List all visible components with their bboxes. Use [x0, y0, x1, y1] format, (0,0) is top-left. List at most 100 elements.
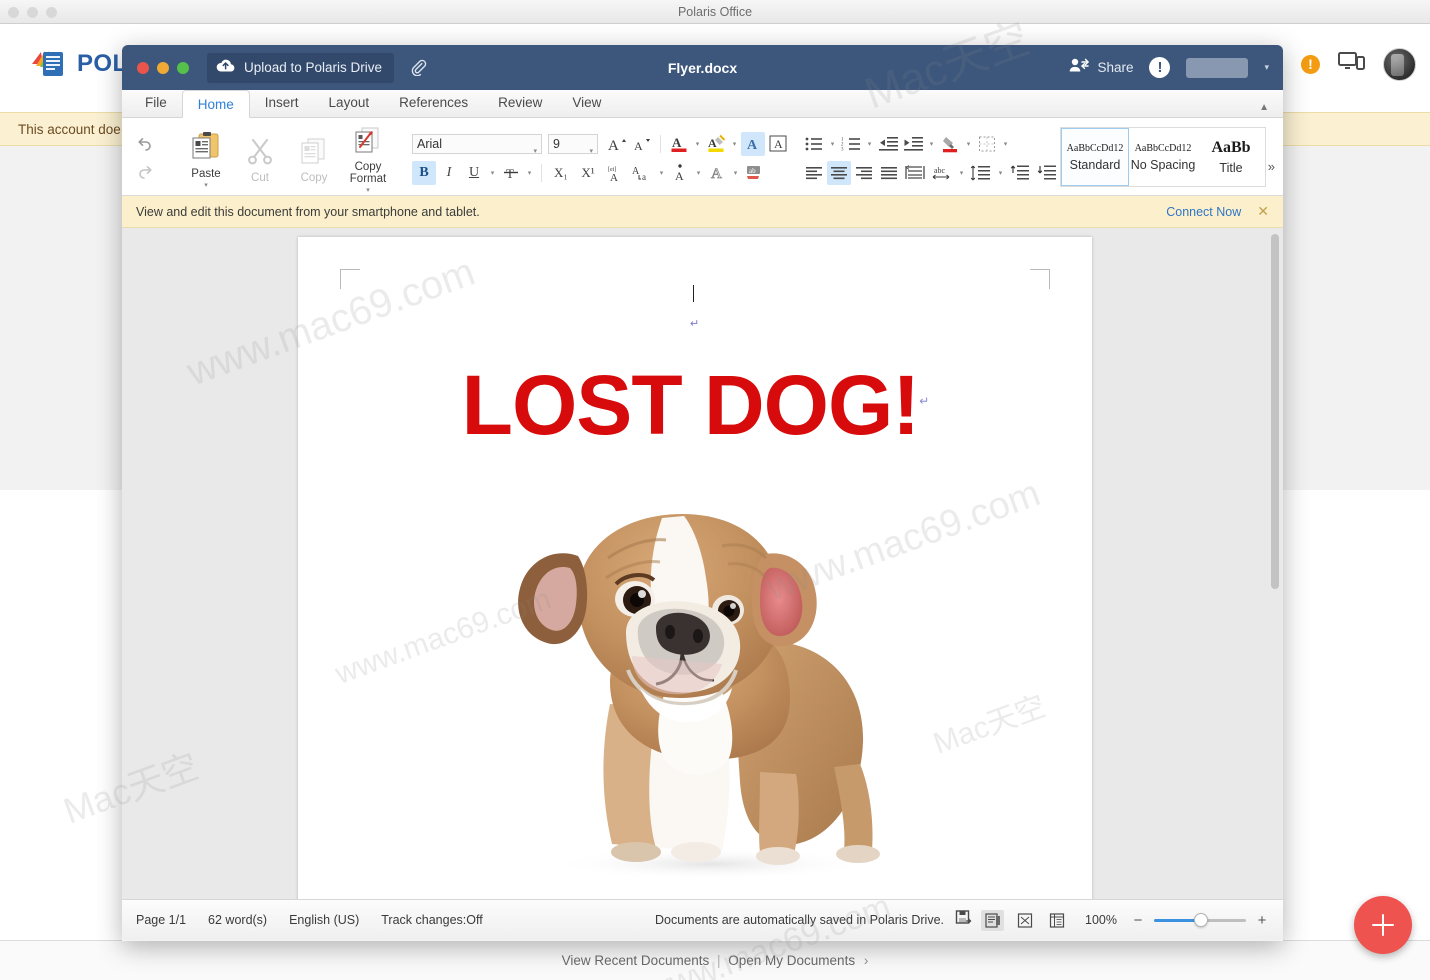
paste-button[interactable]: Paste ▾ — [179, 127, 233, 189]
open-my-documents-link[interactable]: Open My Documents — [728, 953, 855, 968]
zoom-slider-handle[interactable] — [1194, 913, 1208, 927]
space-before-paragraph-icon[interactable] — [1007, 161, 1033, 185]
connect-now-link[interactable]: Connect Now — [1166, 205, 1241, 219]
numbered-list-icon[interactable]: 1 2 3 — [839, 132, 863, 156]
change-case-icon[interactable]: Aa — [629, 161, 655, 185]
cut-button[interactable]: Cut — [233, 133, 287, 184]
zoom-out-button[interactable]: − — [1131, 912, 1145, 929]
borders-chevron-down-icon[interactable]: ▾ — [1000, 140, 1011, 148]
bold-button[interactable]: B — [412, 161, 436, 185]
align-justify-icon[interactable] — [877, 161, 901, 185]
document-canvas[interactable]: ↵ LOST DOG!↵ — [122, 228, 1283, 899]
bullet-list-icon[interactable] — [802, 132, 826, 156]
scrollbar-thumb[interactable] — [1271, 234, 1279, 589]
page-indicator[interactable]: Page 1/1 — [136, 913, 186, 927]
font-name-input[interactable]: Arial ▾ — [412, 134, 542, 154]
line-spacing-chevron-down-icon[interactable]: ▾ — [995, 169, 1006, 177]
tab-file[interactable]: File — [130, 89, 182, 117]
text-highlight-chevron-down-icon[interactable]: ▾ — [729, 140, 740, 148]
document-page[interactable]: ↵ LOST DOG!↵ — [298, 237, 1092, 899]
style-no-spacing[interactable]: AaBbCcDd12 No Spacing — [1129, 128, 1197, 186]
phonetic-guide-icon[interactable]: [ei]A — [602, 161, 628, 185]
save-to-drive-icon[interactable] — [955, 909, 972, 931]
window-close-button[interactable] — [137, 62, 149, 74]
font-size-chevron-down-icon[interactable]: ▾ — [589, 143, 593, 161]
decrease-indent-icon[interactable] — [876, 132, 900, 156]
print-layout-view-icon[interactable] — [981, 910, 1004, 931]
upload-to-polaris-drive-button[interactable]: Upload to Polaris Drive — [207, 53, 394, 83]
window-maximize-button[interactable] — [177, 62, 189, 74]
increase-indent-chevron-down-icon[interactable]: ▾ — [926, 140, 937, 148]
character-shading-icon[interactable]: A — [668, 161, 692, 185]
tab-view[interactable]: View — [557, 89, 616, 117]
increase-indent-icon[interactable] — [901, 132, 925, 156]
vertical-scrollbar[interactable] — [1271, 234, 1279, 889]
account-pill[interactable] — [1186, 58, 1248, 78]
font-size-input[interactable]: 9 ▾ — [548, 134, 598, 154]
grow-font-icon[interactable]: A — [605, 132, 629, 156]
account-chevron-down-icon[interactable]: ▾ — [1264, 62, 1269, 73]
language-indicator[interactable]: English (US) — [289, 913, 359, 927]
style-standard[interactable]: AaBbCcDd12 Standard — [1061, 128, 1129, 186]
share-button[interactable]: Share — [1069, 57, 1133, 78]
display-devices-icon[interactable] — [1338, 51, 1365, 78]
underline-button[interactable]: U — [462, 161, 486, 185]
strikethrough-chevron-down-icon[interactable]: ▾ — [524, 169, 535, 177]
collapse-ribbon-icon[interactable]: ▲ — [1259, 102, 1269, 113]
text-highlight-icon[interactable]: A — [704, 132, 728, 156]
tab-review[interactable]: Review — [483, 89, 557, 117]
character-spacing-icon[interactable]: abc — [929, 161, 955, 185]
subscript-button[interactable]: X₁ — [548, 161, 574, 185]
character-shading-chevron-down-icon[interactable]: ▾ — [693, 169, 704, 177]
borders-icon[interactable] — [975, 132, 999, 156]
bullet-list-chevron-down-icon[interactable]: ▾ — [827, 140, 838, 148]
strikethrough-button[interactable]: T — [499, 161, 523, 185]
align-center-icon[interactable] — [827, 161, 851, 185]
italic-button[interactable]: I — [437, 161, 461, 185]
character-border-outline-icon[interactable]: A — [705, 161, 729, 185]
style-title[interactable]: AaBb Title — [1197, 128, 1265, 186]
superscript-button[interactable]: X¹ — [575, 161, 601, 185]
shrink-font-icon[interactable]: A — [630, 132, 654, 156]
character-border-icon[interactable]: A — [766, 132, 790, 156]
paperclip-icon[interactable] — [404, 54, 432, 82]
font-color-chevron-down-icon[interactable]: ▾ — [692, 140, 703, 148]
clear-formatting-icon[interactable]: ab — [742, 161, 766, 185]
close-icon[interactable]: ✕ — [1257, 203, 1269, 220]
numbered-list-chevron-down-icon[interactable]: ▾ — [864, 140, 875, 148]
space-after-paragraph-icon[interactable] — [1034, 161, 1060, 185]
word-count[interactable]: 62 word(s) — [208, 913, 267, 927]
copy-format-button[interactable]: Copy Format ▾ — [341, 122, 395, 194]
character-spacing-chevron-down-icon[interactable]: ▾ — [956, 169, 967, 177]
tab-layout[interactable]: Layout — [314, 89, 385, 117]
view-recent-documents-link[interactable]: View Recent Documents — [562, 953, 710, 968]
window-minimize-button[interactable] — [157, 62, 169, 74]
tab-references[interactable]: References — [384, 89, 483, 117]
tab-home[interactable]: Home — [182, 90, 250, 118]
paragraph-shading-chevron-down-icon[interactable]: ▾ — [963, 140, 974, 148]
web-layout-view-icon[interactable] — [1045, 910, 1068, 931]
user-avatar[interactable] — [1383, 48, 1416, 81]
window-traffic-lights[interactable] — [137, 62, 189, 74]
distribute-text-icon[interactable] — [902, 161, 928, 185]
copy-format-chevron-down-icon[interactable]: ▾ — [366, 186, 370, 194]
styles-more-icon[interactable]: » — [1268, 159, 1275, 174]
paste-chevron-down-icon[interactable]: ▾ — [204, 181, 208, 189]
line-spacing-icon[interactable] — [968, 161, 994, 185]
font-name-chevron-down-icon[interactable]: ▾ — [533, 143, 537, 161]
tab-insert[interactable]: Insert — [250, 89, 314, 117]
redo-arrow-icon[interactable] — [136, 163, 154, 181]
zoom-in-button[interactable]: + — [1255, 912, 1269, 929]
align-left-icon[interactable] — [802, 161, 826, 185]
undo-arrow-icon[interactable] — [136, 135, 154, 153]
document-image[interactable] — [298, 492, 1092, 892]
paragraph-shading-icon[interactable] — [938, 132, 962, 156]
underline-chevron-down-icon[interactable]: ▾ — [487, 169, 498, 177]
copy-button[interactable]: Copy — [287, 133, 341, 184]
full-screen-view-icon[interactable] — [1013, 910, 1036, 931]
text-effects-icon[interactable]: A — [741, 132, 765, 156]
character-outline-chevron-down-icon[interactable]: ▾ — [730, 169, 741, 177]
font-color-icon[interactable]: A — [667, 132, 691, 156]
track-changes-indicator[interactable]: Track changes:Off — [381, 913, 482, 927]
zoom-slider[interactable] — [1154, 913, 1246, 927]
